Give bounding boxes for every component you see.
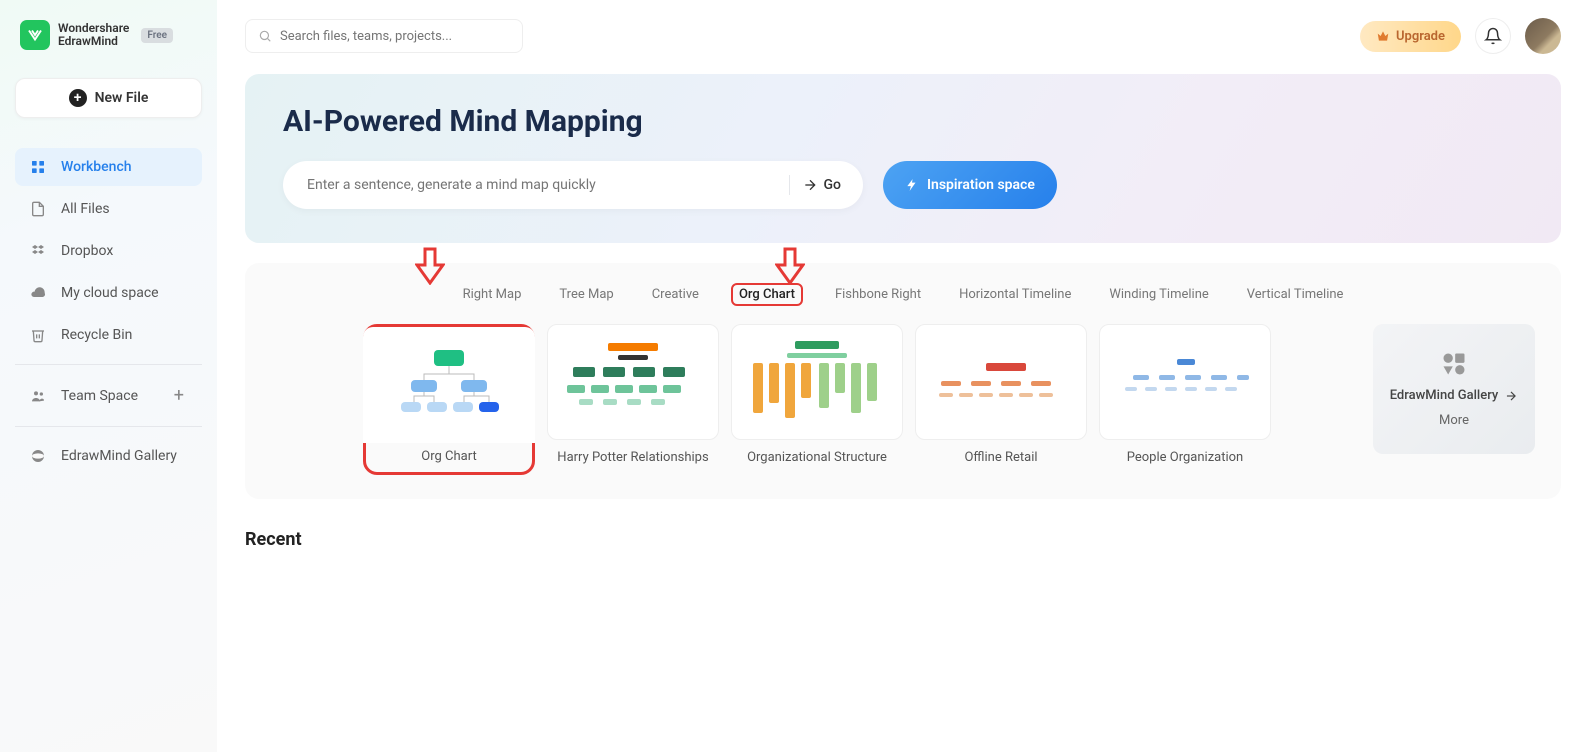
avatar[interactable] bbox=[1525, 18, 1561, 54]
template-thumbnail bbox=[731, 324, 903, 440]
template-card-harry-potter[interactable]: Harry Potter Relationships bbox=[547, 324, 719, 465]
notifications-button[interactable] bbox=[1475, 18, 1511, 54]
tab-creative[interactable]: Creative bbox=[646, 283, 705, 306]
template-thumbnail bbox=[1099, 324, 1271, 440]
sidebar-item-dropbox[interactable]: Dropbox bbox=[15, 232, 202, 270]
bell-icon bbox=[1484, 27, 1502, 45]
new-file-label: New File bbox=[95, 90, 149, 106]
tab-tree-map[interactable]: Tree Map bbox=[553, 283, 619, 306]
upgrade-label: Upgrade bbox=[1396, 29, 1445, 44]
template-card-org-chart[interactable]: Org Chart bbox=[363, 324, 535, 475]
template-thumbnail bbox=[363, 327, 535, 443]
inspiration-label: Inspiration space bbox=[927, 177, 1035, 193]
inspiration-button[interactable]: Inspiration space bbox=[883, 161, 1057, 209]
template-card-offline-retail[interactable]: Offline Retail bbox=[915, 324, 1087, 465]
sidebar-item-gallery[interactable]: EdrawMind Gallery bbox=[15, 437, 202, 475]
new-file-button[interactable]: + New File bbox=[15, 78, 202, 118]
cloud-icon bbox=[29, 284, 47, 302]
template-label: Org Chart bbox=[421, 449, 476, 464]
more-label: More bbox=[1439, 413, 1469, 428]
sidebar-item-recycle[interactable]: Recycle Bin bbox=[15, 316, 202, 354]
tab-winding-timeline[interactable]: Winding Timeline bbox=[1103, 283, 1214, 306]
annotation-arrow-icon bbox=[415, 247, 445, 285]
search-field[interactable] bbox=[280, 29, 510, 44]
ai-generate-box: Go bbox=[283, 161, 863, 209]
crown-icon bbox=[1376, 29, 1390, 43]
search-input[interactable] bbox=[245, 19, 523, 53]
plus-icon: + bbox=[69, 89, 87, 107]
sidebar-item-all-files[interactable]: All Files bbox=[15, 190, 202, 228]
app-name: Wondershare EdrawMind bbox=[58, 22, 129, 47]
tab-fishbone-right[interactable]: Fishbone Right bbox=[829, 283, 927, 306]
go-button[interactable]: Go bbox=[802, 177, 851, 193]
template-label: Offline Retail bbox=[964, 450, 1037, 465]
template-thumbnail bbox=[915, 324, 1087, 440]
recent-heading: Recent bbox=[245, 529, 1561, 550]
workbench-icon bbox=[29, 158, 47, 176]
hero-banner: AI-Powered Mind Mapping Go Inspiration s… bbox=[245, 74, 1561, 243]
arrow-right-icon bbox=[802, 177, 818, 193]
gallery-card-title: EdrawMind Gallery bbox=[1390, 388, 1519, 403]
tab-right-map[interactable]: Right Map bbox=[457, 283, 528, 306]
divider bbox=[15, 426, 202, 427]
sidebar: Wondershare EdrawMind Free + New File Wo… bbox=[0, 0, 217, 752]
annotation-arrow-icon bbox=[775, 247, 805, 285]
template-card-org-structure[interactable]: Organizational Structure bbox=[731, 324, 903, 465]
topbar-right: Upgrade bbox=[1360, 18, 1561, 54]
sidebar-item-label: EdrawMind Gallery bbox=[61, 448, 177, 464]
trash-icon bbox=[29, 326, 47, 344]
tab-org-chart[interactable]: Org Chart bbox=[731, 283, 803, 306]
sidebar-item-label: Team Space bbox=[61, 388, 138, 404]
divider bbox=[15, 364, 202, 365]
template-label: Harry Potter Relationships bbox=[557, 450, 708, 465]
sidebar-item-team-space[interactable]: Team Space + bbox=[15, 375, 202, 416]
template-card-people-org[interactable]: People Organization bbox=[1099, 324, 1271, 465]
sidebar-item-label: My cloud space bbox=[61, 285, 159, 301]
separator bbox=[789, 175, 790, 195]
template-label: Organizational Structure bbox=[747, 450, 887, 465]
gallery-card[interactable]: EdrawMind Gallery More bbox=[1373, 324, 1535, 454]
upgrade-button[interactable]: Upgrade bbox=[1360, 21, 1461, 52]
logo: Wondershare EdrawMind Free bbox=[15, 20, 202, 50]
sidebar-item-label: Dropbox bbox=[61, 243, 113, 259]
sidebar-item-workbench[interactable]: Workbench bbox=[15, 148, 202, 186]
tab-horizontal-timeline[interactable]: Horizontal Timeline bbox=[953, 283, 1077, 306]
arrow-right-icon bbox=[1504, 389, 1518, 403]
dropbox-icon bbox=[29, 242, 47, 260]
bolt-icon bbox=[905, 178, 919, 192]
gallery-shapes-icon bbox=[1440, 350, 1468, 378]
go-label: Go bbox=[824, 177, 841, 193]
sidebar-item-label: All Files bbox=[61, 201, 110, 217]
plan-badge: Free bbox=[141, 28, 173, 43]
templates-section: Right Map Tree Map Creative Org Chart Fi… bbox=[245, 263, 1561, 499]
team-icon bbox=[29, 387, 47, 405]
gallery-icon bbox=[29, 447, 47, 465]
search-icon bbox=[258, 29, 272, 43]
sidebar-item-label: Recycle Bin bbox=[61, 327, 132, 343]
add-team-icon[interactable]: + bbox=[174, 385, 188, 406]
template-cards: Org Chart bbox=[271, 324, 1535, 475]
files-icon bbox=[29, 200, 47, 218]
ai-prompt-input[interactable] bbox=[307, 177, 777, 193]
template-label: People Organization bbox=[1127, 450, 1243, 465]
main-content: Upgrade AI-Powered Mind Mapping Go Inspi… bbox=[217, 0, 1589, 752]
sidebar-item-label: Workbench bbox=[61, 159, 132, 175]
tab-vertical-timeline[interactable]: Vertical Timeline bbox=[1241, 283, 1350, 306]
template-thumbnail bbox=[547, 324, 719, 440]
hero-title: AI-Powered Mind Mapping bbox=[283, 104, 1523, 139]
template-tabs: Right Map Tree Map Creative Org Chart Fi… bbox=[271, 283, 1535, 306]
app-logo-icon bbox=[20, 20, 50, 50]
sidebar-item-cloud[interactable]: My cloud space bbox=[15, 274, 202, 312]
topbar: Upgrade bbox=[245, 18, 1561, 54]
